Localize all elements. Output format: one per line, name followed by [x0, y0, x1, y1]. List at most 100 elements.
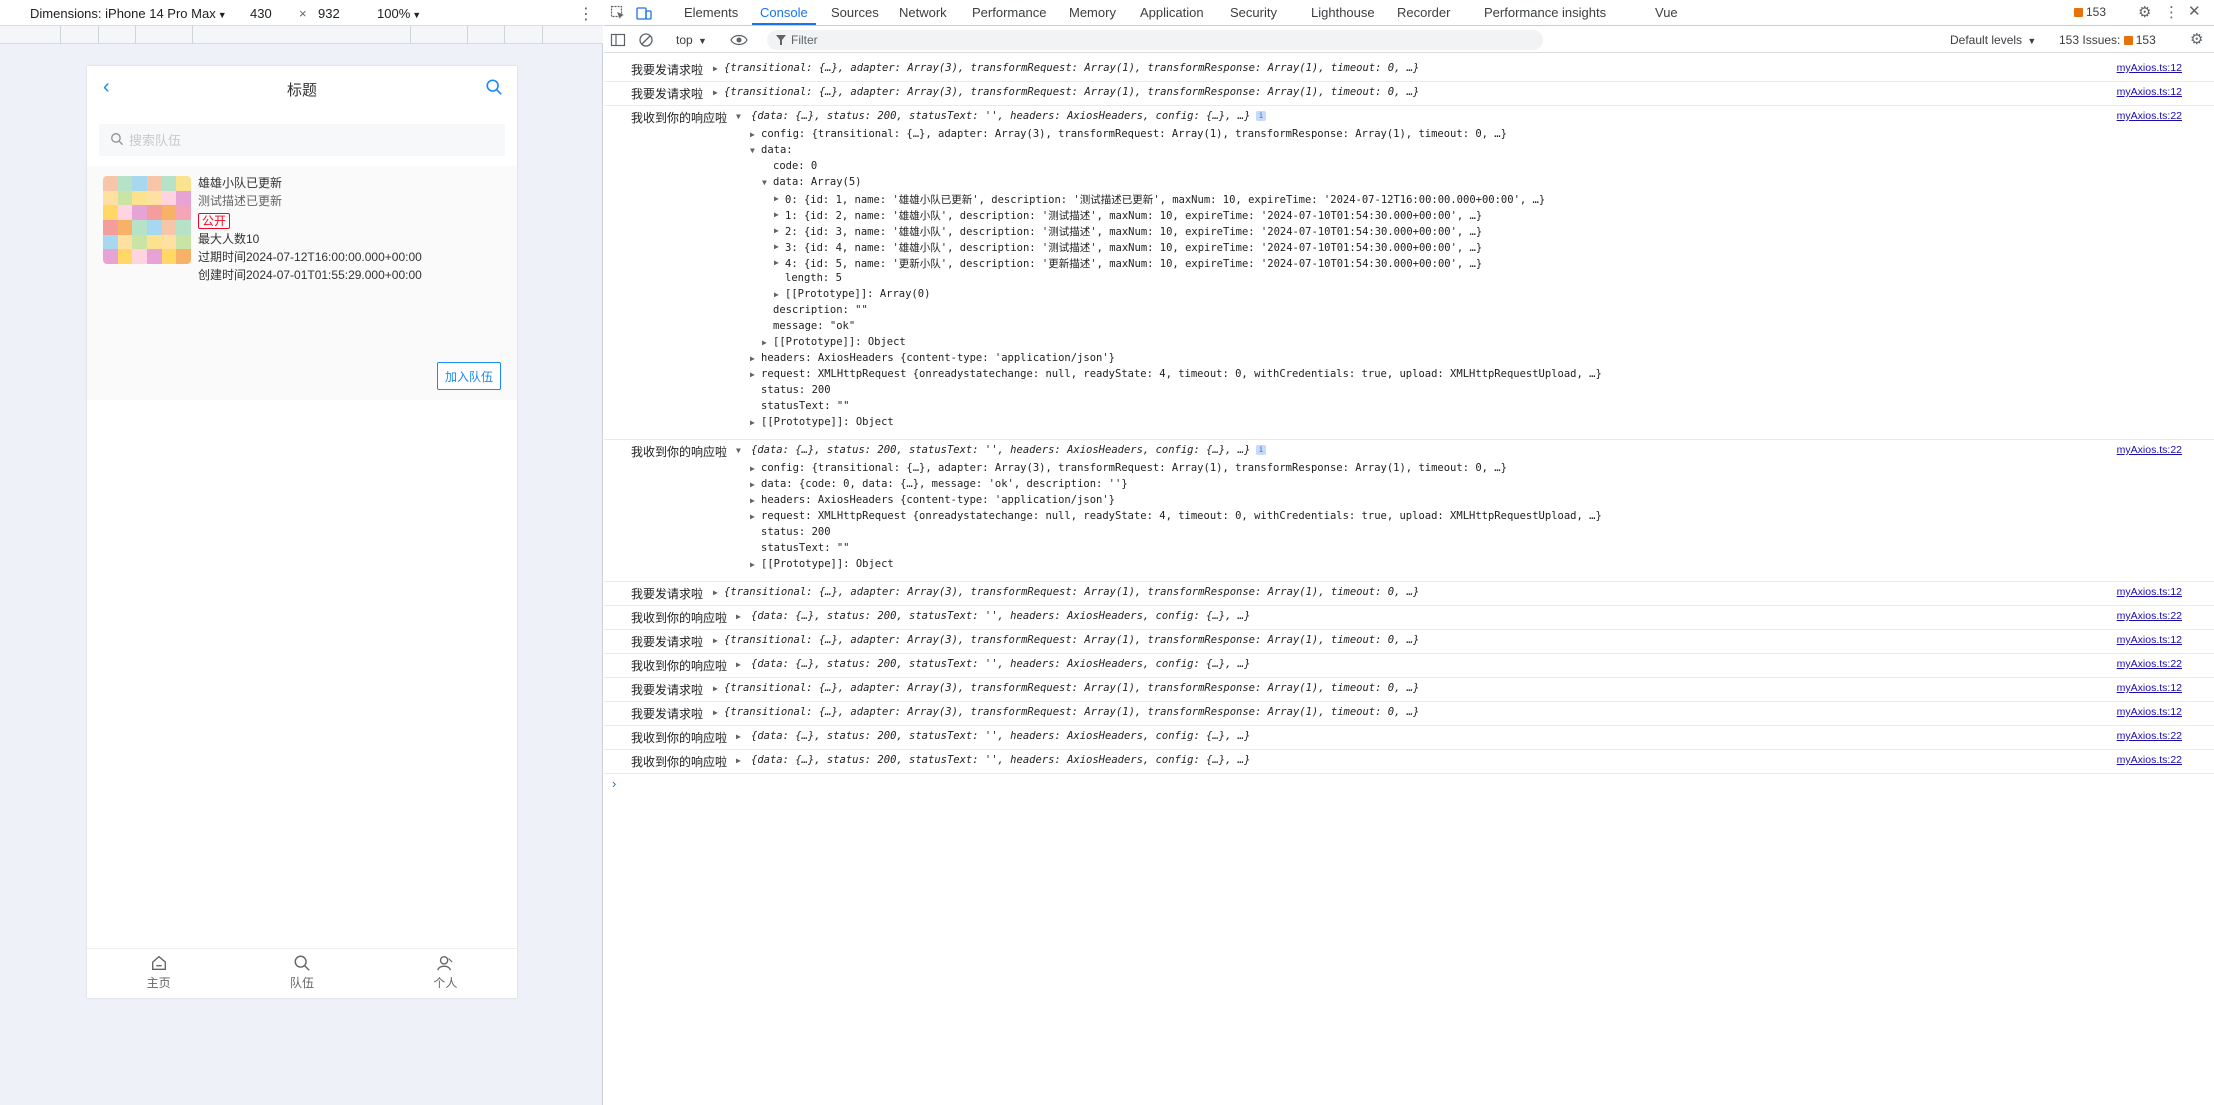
tree-prototype[interactable]: [[Prototype]]: Object: [761, 558, 894, 570]
logged-object[interactable]: {transitional: {…}, adapter: Array(3), t…: [724, 62, 1419, 74]
source-link[interactable]: myAxios.ts:22: [2117, 754, 2182, 766]
tree-config[interactable]: config: {transitional: {…}, adapter: Arr…: [761, 462, 1507, 474]
expand-down-icon[interactable]: ▼: [762, 178, 767, 187]
tab-elements[interactable]: Elements: [684, 5, 738, 20]
expand-right-icon[interactable]: ▶: [750, 370, 755, 379]
expand-right-icon[interactable]: ▶: [713, 636, 718, 645]
expand-right-icon[interactable]: ▶: [774, 226, 779, 235]
log-levels-select[interactable]: Default levels ▼: [1950, 33, 2036, 47]
expand-right-icon[interactable]: ▶: [750, 130, 755, 139]
more-options-icon[interactable]: ⋮: [578, 4, 594, 24]
tab-user[interactable]: 个人: [374, 949, 517, 998]
tab-vue[interactable]: Vue: [1655, 5, 1678, 20]
tree-array-item[interactable]: 3: {id: 4, name: '雄雄小队', description: '测…: [785, 240, 1482, 255]
expand-right-icon[interactable]: ▶: [736, 732, 741, 741]
tab-network[interactable]: Network: [899, 5, 947, 20]
tab-team[interactable]: 队伍: [230, 949, 373, 998]
source-link[interactable]: myAxios.ts:12: [2117, 706, 2182, 718]
settings-gear-icon[interactable]: ⚙: [2138, 3, 2151, 21]
tree-array-item[interactable]: 0: {id: 1, name: '雄雄小队已更新', description:…: [785, 192, 1545, 207]
source-link[interactable]: myAxios.ts:22: [2117, 444, 2182, 456]
tree-code[interactable]: code: 0: [773, 160, 817, 172]
logged-object[interactable]: {transitional: {…}, adapter: Array(3), t…: [724, 706, 1419, 718]
tree-prototype[interactable]: [[Prototype]]: Array(0): [785, 288, 930, 300]
expand-right-icon[interactable]: ▶: [713, 88, 718, 97]
tree-request[interactable]: request: XMLHttpRequest {onreadystatecha…: [761, 510, 1602, 522]
tree-status[interactable]: status: 200: [761, 526, 831, 538]
source-link[interactable]: myAxios.ts:22: [2117, 110, 2182, 122]
expand-right-icon[interactable]: ▶: [750, 354, 755, 363]
tree-data[interactable]: data:: [761, 144, 793, 156]
device-toolbar-icon[interactable]: [636, 5, 652, 21]
logged-object[interactable]: {data: {…}, status: 200, statusText: '',…: [751, 754, 1250, 766]
source-link[interactable]: myAxios.ts:12: [2117, 586, 2182, 598]
tree-status[interactable]: status: 200: [761, 384, 831, 396]
width-input[interactable]: 430: [250, 6, 272, 21]
device-select[interactable]: Dimensions: iPhone 14 Pro Max ▼: [30, 6, 227, 21]
expand-right-icon[interactable]: ▶: [774, 290, 779, 299]
tab-sources[interactable]: Sources: [831, 5, 879, 20]
issues-button[interactable]: 153 Issues: 153: [2059, 33, 2156, 47]
tab-memory[interactable]: Memory: [1069, 5, 1116, 20]
error-count-badge[interactable]: 153: [2074, 5, 2106, 19]
tree-array-item[interactable]: 2: {id: 3, name: '雄雄小队', description: '测…: [785, 224, 1482, 239]
tab-performance[interactable]: Performance: [972, 5, 1046, 20]
tab-home[interactable]: 主页: [87, 949, 230, 998]
logged-object[interactable]: {transitional: {…}, adapter: Array(3), t…: [724, 86, 1419, 98]
logged-object[interactable]: {data: {…}, status: 200, statusText: '',…: [751, 444, 1250, 456]
logged-object[interactable]: {transitional: {…}, adapter: Array(3), t…: [724, 586, 1419, 598]
source-link[interactable]: myAxios.ts:12: [2117, 86, 2182, 98]
join-team-button[interactable]: 加入队伍: [437, 362, 501, 390]
zoom-select[interactable]: 100% ▼: [377, 6, 421, 21]
expand-right-icon[interactable]: ▶: [750, 418, 755, 427]
source-link[interactable]: myAxios.ts:12: [2117, 62, 2182, 74]
logged-object[interactable]: {data: {…}, status: 200, statusText: '',…: [751, 610, 1250, 622]
expand-right-icon[interactable]: ▶: [750, 560, 755, 569]
expand-down-icon[interactable]: ▼: [736, 112, 741, 121]
search-icon[interactable]: [485, 78, 503, 96]
filter-input[interactable]: Filter: [767, 30, 1543, 50]
team-card[interactable]: 雄雄小队已更新 测试描述已更新 公开 最大人数10 过期时间2024-07-12…: [87, 166, 517, 400]
expand-right-icon[interactable]: ▶: [774, 194, 779, 203]
expand-right-icon[interactable]: ▶: [774, 242, 779, 251]
tree-prototype[interactable]: [[Prototype]]: Object: [761, 416, 894, 428]
expand-right-icon[interactable]: ▶: [750, 480, 755, 489]
tree-status-text[interactable]: statusText: "": [761, 400, 850, 412]
tree-prototype[interactable]: [[Prototype]]: Object: [773, 336, 906, 348]
tab-console[interactable]: Console: [760, 5, 808, 20]
expand-down-icon[interactable]: ▼: [750, 146, 755, 155]
expand-right-icon[interactable]: ▶: [736, 756, 741, 765]
tab-security[interactable]: Security: [1230, 5, 1277, 20]
expand-right-icon[interactable]: ▶: [762, 338, 767, 347]
context-select[interactable]: top ▼: [676, 33, 707, 47]
console-prompt-icon[interactable]: ›: [612, 776, 616, 791]
tab-application[interactable]: Application: [1140, 5, 1204, 20]
logged-object[interactable]: {transitional: {…}, adapter: Array(3), t…: [724, 682, 1419, 694]
tree-request[interactable]: request: XMLHttpRequest {onreadystatecha…: [761, 368, 1602, 380]
logged-object[interactable]: {data: {…}, status: 200, statusText: '',…: [751, 730, 1250, 742]
eye-icon[interactable]: [730, 33, 748, 47]
expand-right-icon[interactable]: ▶: [750, 496, 755, 505]
tab-lighthouse[interactable]: Lighthouse: [1311, 5, 1375, 20]
close-icon[interactable]: ✕: [2188, 2, 2201, 20]
more-options-icon[interactable]: ⋮: [2164, 3, 2179, 21]
tab-performance-insights[interactable]: Performance insights: [1484, 5, 1606, 20]
expand-right-icon[interactable]: ▶: [713, 708, 718, 717]
tree-array-item[interactable]: 4: {id: 5, name: '更新小队', description: '更…: [785, 256, 1482, 271]
tree-headers[interactable]: headers: AxiosHeaders {content-type: 'ap…: [761, 352, 1115, 364]
tree-headers[interactable]: headers: AxiosHeaders {content-type: 'ap…: [761, 494, 1115, 506]
tree-length[interactable]: length: 5: [785, 272, 842, 284]
expand-right-icon[interactable]: ▶: [713, 588, 718, 597]
clear-console-icon[interactable]: [638, 32, 654, 48]
tab-recorder[interactable]: Recorder: [1397, 5, 1450, 20]
tree-description[interactable]: description: "": [773, 304, 868, 316]
tree-config[interactable]: config: {transitional: {…}, adapter: Arr…: [761, 128, 1507, 140]
logged-object[interactable]: {data: {…}, status: 200, statusText: '',…: [751, 658, 1250, 670]
inspect-element-icon[interactable]: [610, 5, 626, 21]
source-link[interactable]: myAxios.ts:12: [2117, 682, 2182, 694]
expand-right-icon[interactable]: ▶: [750, 512, 755, 521]
tree-data[interactable]: data: {code: 0, data: {…}, message: 'ok'…: [761, 478, 1128, 490]
expand-down-icon[interactable]: ▼: [736, 446, 741, 455]
tree-status-text[interactable]: statusText: "": [761, 542, 850, 554]
expand-right-icon[interactable]: ▶: [736, 660, 741, 669]
